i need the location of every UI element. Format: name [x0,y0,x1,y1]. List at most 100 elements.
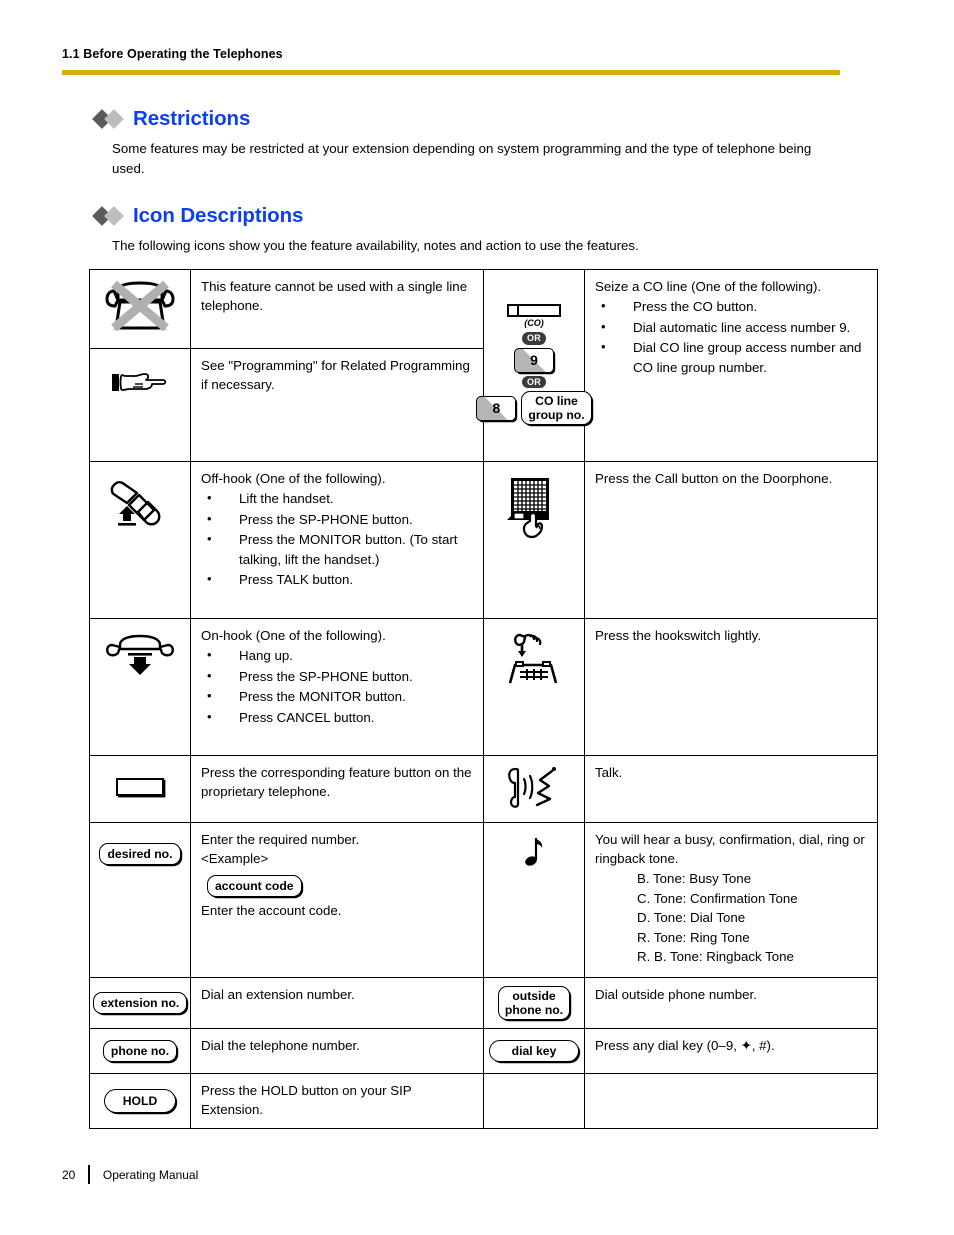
description-cell: Press the corresponding feature button o… [190,755,484,823]
icon-cell: desired no. [89,822,191,978]
description-cell: Press the hookswitch lightly. [584,618,878,756]
co-line-keys-icon: (CO) OR 9 OR 8 CO line group no. [476,298,592,433]
description-cell: Dial outside phone number. [584,977,878,1029]
pointing-hand-icon [111,367,169,399]
section-restrictions: Restrictions Some features may be restri… [92,106,832,179]
description-text: Press any dial key (0–9, ✦, #). [595,1038,775,1053]
icon-cell [89,618,191,756]
section-heading: Icon Descriptions [92,203,832,229]
header-rule [62,70,840,75]
icon-cell [483,461,585,619]
description-text: Enter the required number. [201,832,360,847]
hookswitch-icon [506,631,562,691]
co-line-group-no-chip: CO line group no. [521,391,592,425]
section-heading: Restrictions [92,106,832,132]
icon-cell [483,755,585,823]
dial-key-9-label: 9 [530,352,538,368]
list-item: Press the SP-PHONE button. [201,509,475,530]
description-cell: Press the HOLD button on your SIP Extens… [190,1073,484,1129]
icon-cell [89,348,191,462]
talk-icon [505,763,563,811]
hold-chip: HOLD [103,1089,177,1113]
list-item: Press the SP-PHONE button. [201,666,475,687]
description-text: Dial outside phone number. [595,987,757,1002]
description-text: Talk. [595,765,623,780]
icon-cell: (CO) OR 9 OR 8 CO line group no. [476,269,592,462]
description-text: Dial the telephone number. [201,1038,360,1053]
list-item: Hang up. [201,645,475,666]
icon-descriptions-table: This feature cannot be used with a singl… [89,269,878,1129]
diamond-bullet-icon [92,206,133,226]
description-text: Press the hookswitch lightly. [595,628,762,643]
offhook-handset-icon [107,476,173,528]
section-title: Restrictions [133,107,251,130]
page-number: 20 [62,1167,76,1182]
description-cell: Seize a CO line (One of the following). … [584,269,878,462]
description-cell-empty [584,1073,878,1129]
example-label: <Example> [201,851,269,866]
table-row: desired no. Enter the required number. <… [89,822,878,978]
breadcrumb: 1.1 Before Operating the Telephones [62,47,283,61]
description-cell: See "Programming" for Related Programmin… [190,348,484,462]
list-item: Press the CO button. [595,296,869,317]
description-cell: You will hear a busy, confirmation, dial… [584,822,878,978]
description-cell: Enter the required number. <Example> acc… [190,822,484,978]
icon-cell [89,269,191,349]
description-text: See "Programming" for Related Programmin… [201,358,470,392]
dial-key-chip: dial key [488,1040,580,1062]
footer-divider [88,1165,90,1184]
dial-key-8-label: 8 [492,400,501,416]
description-text: On-hook (One of the following). [201,628,386,643]
outside-chip-line2: phone no. [504,1003,564,1017]
section-icon-descriptions: Icon Descriptions The following icons sh… [92,203,832,256]
tone-note-icon [521,837,547,869]
icon-cell [483,618,585,756]
table-row: HOLD Press the HOLD button on your SIP E… [89,1073,878,1129]
description-text: Press the Call button on the Doorphone. [595,471,833,486]
dial-key-8-icon: 8 [476,395,517,421]
onhook-handset-icon [104,633,176,677]
page-header: 1.1 Before Operating the Telephones [62,46,842,62]
icon-cell [89,461,191,619]
icon-cell: extension no. [89,977,191,1029]
bullet-list: Hang up. Press the SP-PHONE button. Pres… [201,645,475,728]
section-body: Some features may be restricted at your … [112,141,812,176]
list-item: Dial CO line group access number and CO … [595,337,869,377]
list-item: C. Tone: Confirmation Tone [637,890,798,906]
bullet-list: Lift the handset. Press the SP-PHONE but… [201,488,475,590]
table-row: extension no. Dial an extension number. … [89,977,878,1029]
description-cell: Talk. [584,755,878,823]
section-title: Icon Descriptions [133,204,304,227]
description-text: Press the corresponding feature button o… [201,765,472,799]
description-cell: Press the Call button on the Doorphone. [584,461,878,619]
list-item: Press the MONITOR button. (To start talk… [201,529,475,569]
co-button-label: (CO) [524,318,544,328]
icon-cell-empty [483,1073,585,1129]
description-text: You will hear a busy, confirmation, dial… [595,832,865,866]
bullet-list: Press the CO button. Dial automatic line… [595,296,869,377]
doorphone-icon [505,476,563,540]
tone-list: B. Tone: Busy Tone C. Tone: Confirmation… [637,869,869,967]
document-page: 1.1 Before Operating the Telephones Rest… [0,0,954,1235]
manual-name: Operating Manual [102,1167,199,1182]
example-text: Enter the account code. [201,902,342,918]
icon-cell: HOLD [89,1073,191,1129]
description-text: Off-hook (One of the following). [201,471,386,486]
section-body: The following icons show you the feature… [112,238,639,253]
icon-cell: dial key [483,1028,585,1074]
icon-cell [89,755,191,823]
icon-cell: phone no. [89,1028,191,1074]
list-item: Press CANCEL button. [201,707,475,728]
description-text: Dial an extension number. [201,987,355,1002]
co-button-icon [507,304,561,317]
table-row: phone no. Dial the telephone number. dia… [89,1028,878,1074]
feature-button-icon [116,777,164,796]
account-code-chip: account code [207,874,302,897]
description-text: This feature cannot be used with a singl… [201,279,468,313]
description-cell: This feature cannot be used with a singl… [190,269,484,349]
or-badge: OR [522,332,546,345]
list-item: Press the MONITOR button. [201,686,475,707]
outside-chip-line1: outside [512,989,556,1003]
desired-no-chip: desired no. [99,843,181,865]
phone-no-chip: phone no. [102,1040,178,1062]
